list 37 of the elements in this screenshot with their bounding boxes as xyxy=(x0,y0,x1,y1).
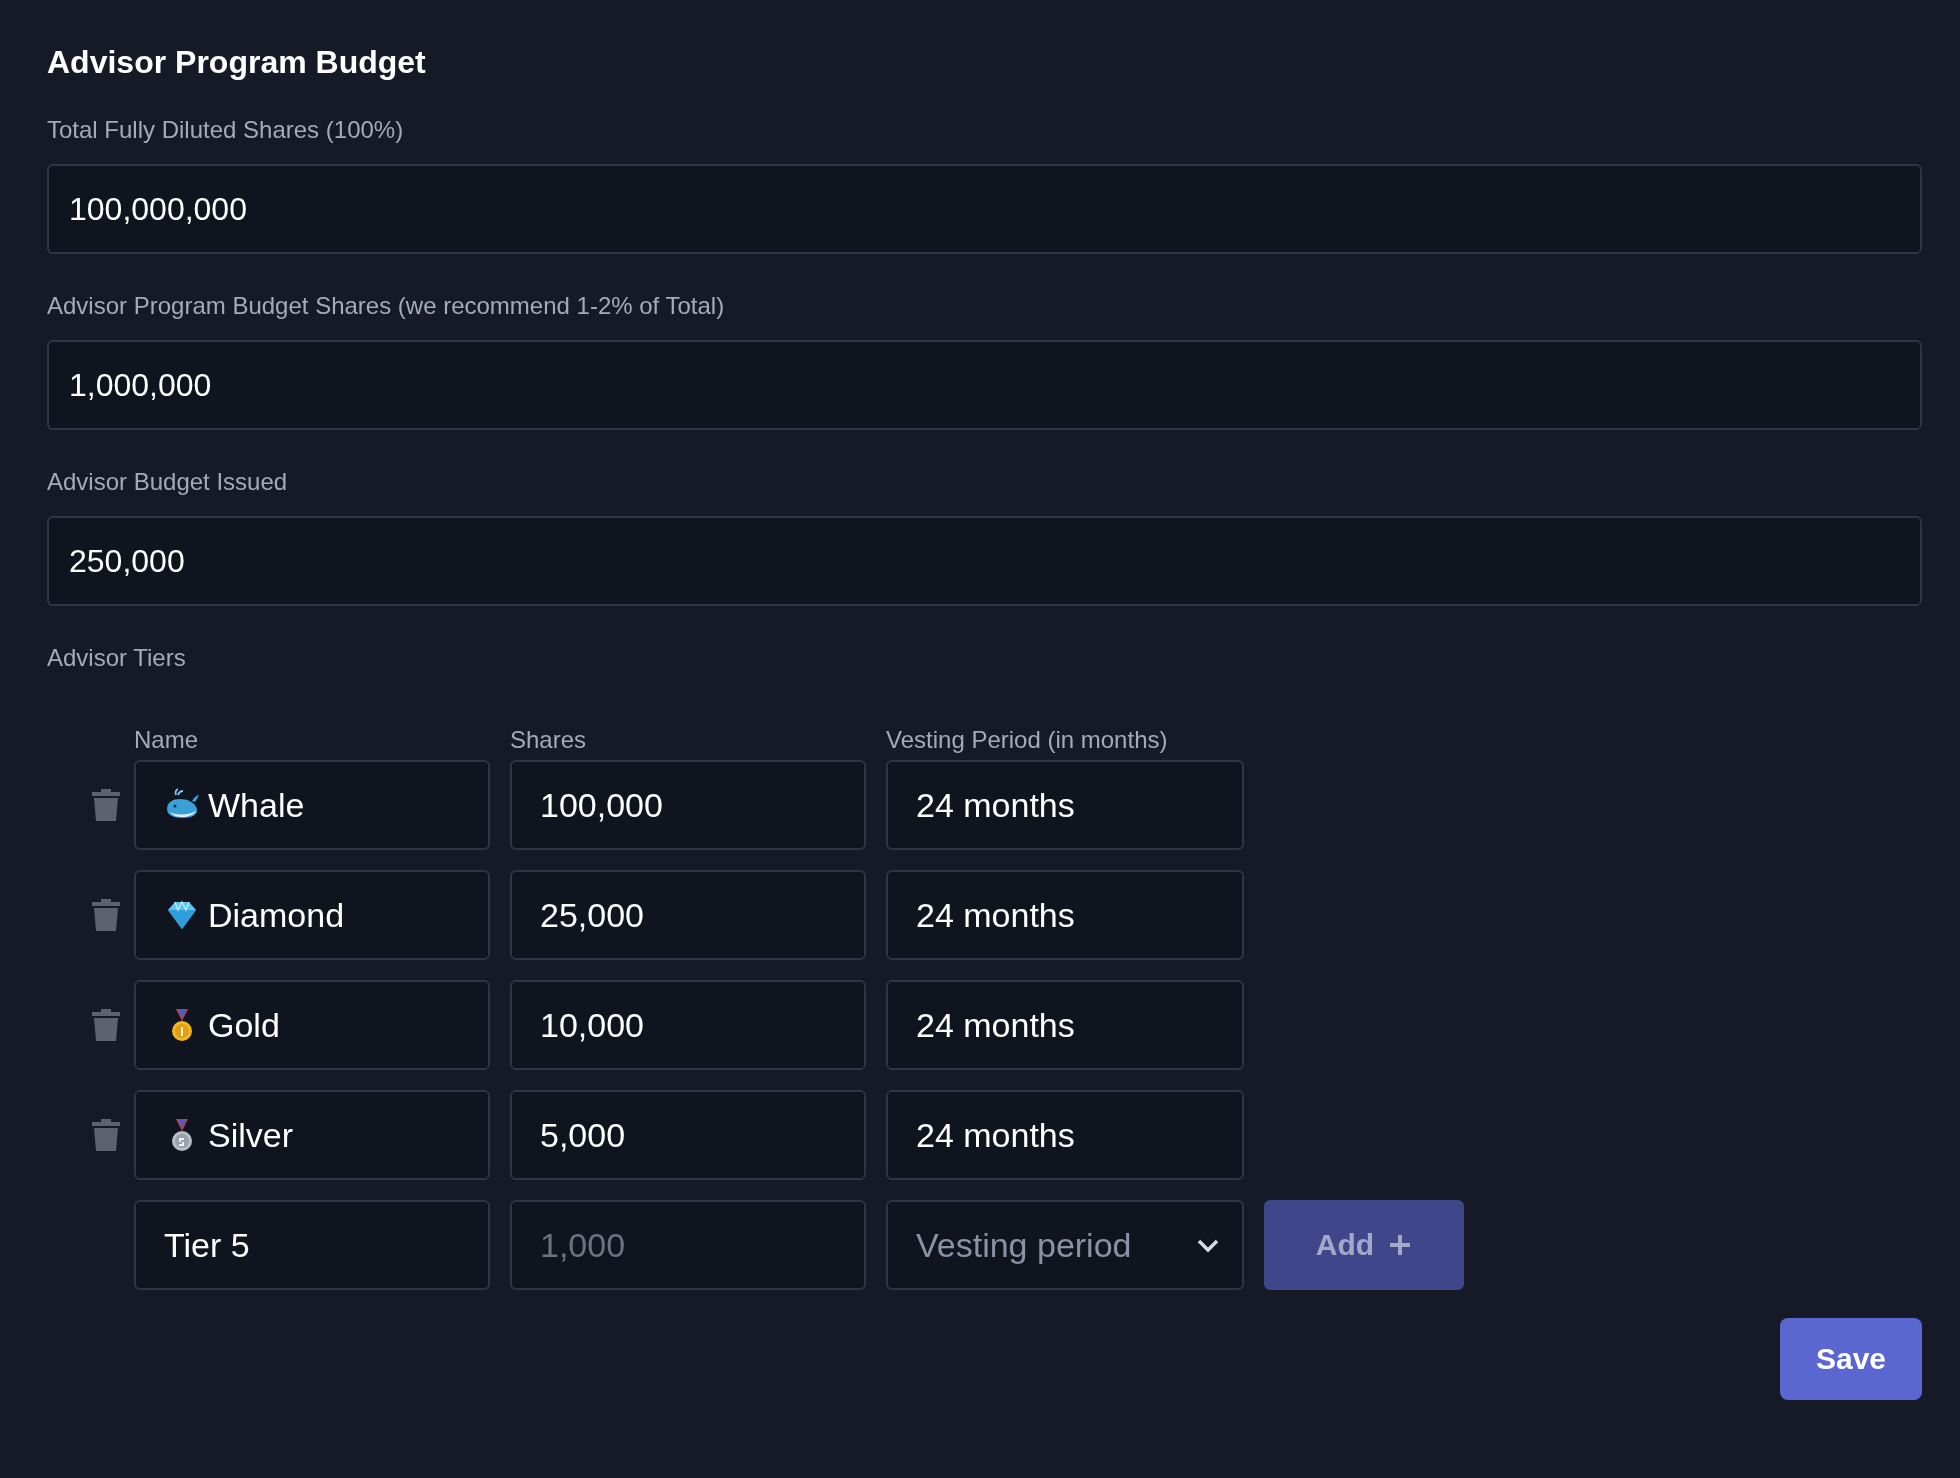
delete-icon[interactable] xyxy=(90,1007,122,1043)
field-value: Gold xyxy=(208,1005,280,1045)
delete-icon[interactable] xyxy=(90,1117,122,1153)
field-value: Diamond xyxy=(208,895,345,935)
field-value: Whale xyxy=(208,785,305,825)
save-button[interactable]: Save xyxy=(1780,1318,1922,1400)
column-header: Shares xyxy=(510,726,588,754)
input-field[interactable]: Gold xyxy=(134,980,490,1070)
plus-icon xyxy=(1388,1233,1413,1257)
input-field[interactable]: 100,000,000 xyxy=(47,164,1922,254)
input-field[interactable]: 100,000 xyxy=(510,760,866,850)
delete-icon[interactable] xyxy=(90,787,122,823)
input-field[interactable]: 1,000,000 xyxy=(47,340,1922,430)
input-field[interactable]: 24 months xyxy=(886,980,1244,1070)
field-label: Advisor Program Budget Shares (we recommend 1-2% of Total) xyxy=(47,292,726,320)
column-header: Name xyxy=(134,726,200,754)
field-label: Advisor Budget Issued xyxy=(47,468,289,496)
field-label: Total Fully Diluted Shares (100%) xyxy=(47,116,405,144)
input-field[interactable]: 24 months xyxy=(886,1090,1244,1180)
input-field[interactable]: 24 months xyxy=(886,870,1244,960)
column-header: Vesting Period (in months) xyxy=(886,726,1169,754)
chevron-down-icon xyxy=(1196,1237,1220,1253)
input-field[interactable]: Diamond xyxy=(134,870,490,960)
delete-icon[interactable] xyxy=(90,897,122,933)
input-field[interactable]: 250,000 xyxy=(47,516,1922,606)
input-field[interactable]: Tier 5 xyxy=(134,1200,490,1290)
input-field[interactable]: 25,000 xyxy=(510,870,866,960)
input-field[interactable]: 24 months xyxy=(886,760,1244,850)
section-title: Advisor Program Budget xyxy=(47,44,427,81)
input-field[interactable]: Silver xyxy=(134,1090,490,1180)
field-value: Silver xyxy=(208,1115,294,1155)
input-field[interactable]: Whale xyxy=(134,760,490,850)
dropdown[interactable]: Vesting period xyxy=(886,1200,1244,1290)
input-field[interactable]: 5,000 xyxy=(510,1090,866,1180)
input-field[interactable]: 1,000 xyxy=(510,1200,866,1290)
input-field[interactable]: 10,000 xyxy=(510,980,866,1070)
section-label: Advisor Tiers xyxy=(47,644,187,672)
